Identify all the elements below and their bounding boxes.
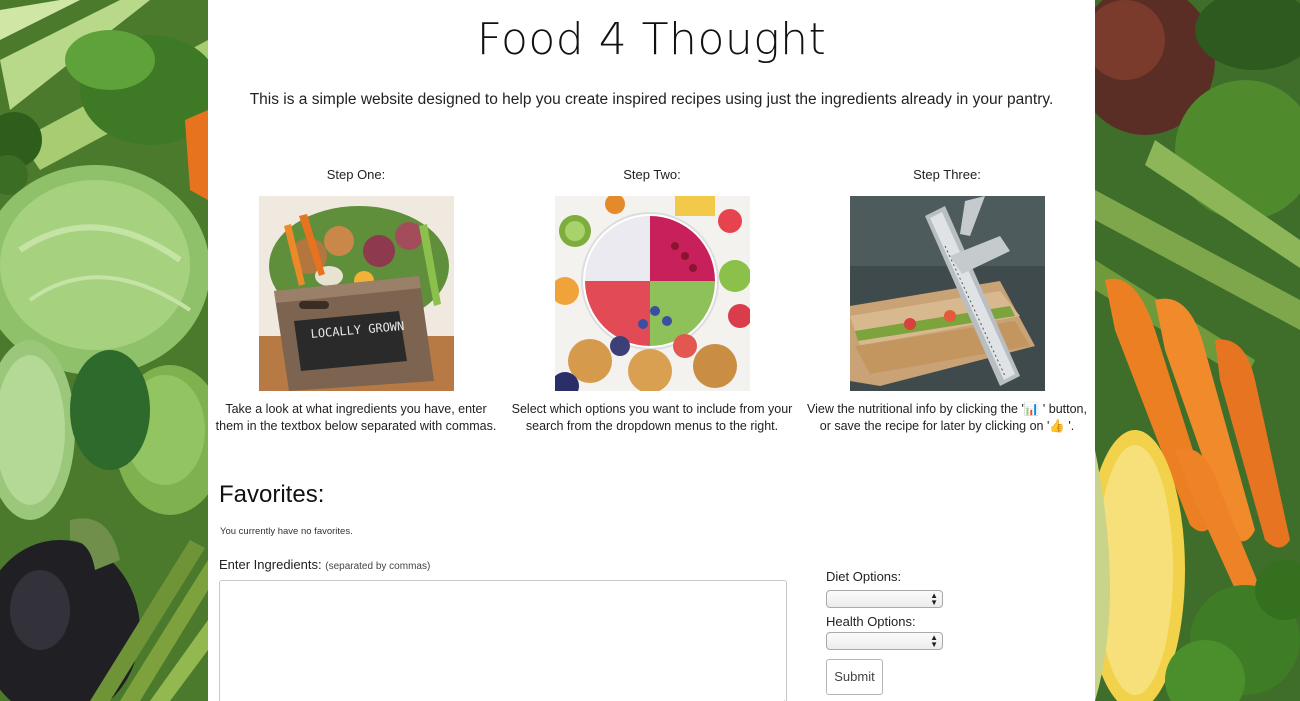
submit-button[interactable]: Submit [826,659,883,695]
vegetable-background-right [1095,0,1300,701]
step-two: Step Two: Select which options you want … [504,167,800,435]
diet-options-label: Diet Options: [826,569,902,584]
step-three: Step Three: View the nutritional info by… [799,167,1095,435]
step-one-image: LOCALLY GROWN [258,196,454,391]
step-one-title: Step One: [326,167,386,182]
step-three-description: View the nutritional info by clicking th… [807,402,1087,433]
site-intro: This is a simple website designed to hel… [249,91,1054,108]
step-one-description: Take a look at what ingredients you have… [215,402,497,433]
step-two-description: Select which options you want to include… [511,402,793,433]
step-three-title: Step Three: [913,167,981,182]
health-options-select[interactable]: ▲ ▼ [826,632,943,650]
health-options-label: Health Options: [826,614,916,629]
ingredients-textarea[interactable] [219,580,787,701]
vegetable-background-left [0,0,208,701]
main-content-panel: Food 4 Thought This is a simple website … [208,0,1095,701]
ingredients-label: Enter Ingredients: (separated by commas) [219,557,430,572]
ingredients-hint: (separated by commas) [325,561,431,572]
step-two-title: Step Two: [623,167,681,182]
favorites-empty-message: You currently have no favorites. [220,526,353,537]
diet-options-select[interactable]: ▲ ▼ [826,590,943,608]
step-two-image [554,196,750,391]
step-three-image [849,196,1045,391]
select-arrows-icon: ▲ ▼ [930,591,938,607]
favorites-heading: Favorites: [219,481,325,508]
step-one: Step One: LOCALLY GROWN Take a look at w… [208,167,504,435]
page-title: Food 4 Thought [476,14,827,65]
select-arrows-icon: ▲ ▼ [930,633,938,649]
ingredients-label-text: Enter Ingredients: [219,557,322,572]
